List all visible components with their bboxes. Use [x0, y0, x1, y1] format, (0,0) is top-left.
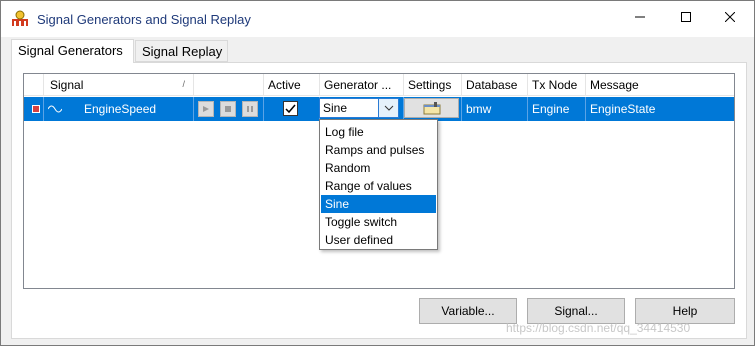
- sine-wave-icon: [48, 105, 62, 113]
- dropdown-option-log-file[interactable]: Log file: [321, 123, 436, 141]
- row-marker-cell: [24, 97, 44, 121]
- play-button[interactable]: [198, 101, 214, 117]
- window-title: Signal Generators and Signal Replay: [37, 12, 251, 27]
- signal-generators-window: Signal Generators and Signal Replay Sign…: [0, 0, 755, 346]
- column-header-tx-node[interactable]: Tx Node: [528, 74, 586, 96]
- play-icon: [203, 106, 209, 112]
- checkmark-icon: [285, 104, 296, 114]
- watermark-text: https://blog.csdn.net/qq_34414530: [506, 321, 691, 335]
- red-square-icon: [32, 105, 40, 113]
- pause-icon: [247, 106, 253, 112]
- close-button[interactable]: [707, 1, 753, 33]
- close-icon: [725, 12, 735, 22]
- column-header-settings[interactable]: Settings: [404, 74, 462, 96]
- pause-button[interactable]: [242, 101, 258, 117]
- active-cell: [264, 97, 320, 121]
- stop-icon: [225, 106, 231, 112]
- tx-node-cell: Engine: [528, 97, 586, 121]
- maximize-button[interactable]: [663, 1, 709, 33]
- signal-generator-app-icon: [12, 10, 28, 26]
- minimize-icon: [635, 16, 645, 18]
- stop-button[interactable]: [220, 101, 236, 117]
- tab-signal-generators[interactable]: Signal Generators: [11, 39, 134, 63]
- active-checkbox[interactable]: [283, 101, 298, 116]
- sort-icon: /: [182, 79, 185, 89]
- grid-header: Signal / Active Generator ... Settings D…: [24, 74, 734, 96]
- database-cell: bmw: [462, 97, 528, 121]
- signal-name: EngineSpeed: [84, 102, 157, 116]
- minimize-button[interactable]: [617, 1, 663, 33]
- dropdown-option-sine[interactable]: Sine: [321, 195, 436, 213]
- generator-dropdown-list: Log file Ramps and pulses Random Range o…: [319, 119, 438, 250]
- settings-dialog-icon: [423, 101, 440, 114]
- title-bar: Signal Generators and Signal Replay: [1, 1, 754, 37]
- combobox-dropdown-button[interactable]: [378, 99, 398, 117]
- dropdown-option-range-of-values[interactable]: Range of values: [321, 177, 436, 195]
- maximize-icon: [681, 12, 691, 22]
- dropdown-option-random[interactable]: Random: [321, 159, 436, 177]
- generator-combobox-value: Sine: [323, 101, 348, 115]
- message-cell: EngineState: [590, 102, 656, 116]
- column-header-signal[interactable]: Signal /: [44, 74, 194, 96]
- dropdown-option-ramps-and-pulses[interactable]: Ramps and pulses: [321, 141, 436, 159]
- variable-button[interactable]: Variable...: [419, 298, 517, 324]
- tab-signal-replay[interactable]: Signal Replay: [135, 40, 228, 62]
- chevron-down-icon: [384, 105, 393, 111]
- generator-combobox[interactable]: Sine: [319, 98, 399, 118]
- controls-cell: [194, 97, 264, 121]
- column-header-message[interactable]: Message: [586, 74, 734, 96]
- column-header-database[interactable]: Database: [462, 74, 528, 96]
- dropdown-option-toggle-switch[interactable]: Toggle switch: [321, 213, 436, 231]
- settings-button[interactable]: [404, 98, 459, 118]
- column-header-signal-label: Signal: [50, 78, 84, 92]
- column-header-generator[interactable]: Generator ...: [320, 74, 404, 96]
- column-header-marker: [24, 74, 44, 96]
- column-header-active[interactable]: Active: [264, 74, 320, 96]
- dropdown-option-user-defined[interactable]: User defined: [321, 231, 436, 249]
- signal-cell[interactable]: EngineSpeed: [44, 97, 194, 121]
- column-header-controls[interactable]: [194, 74, 264, 96]
